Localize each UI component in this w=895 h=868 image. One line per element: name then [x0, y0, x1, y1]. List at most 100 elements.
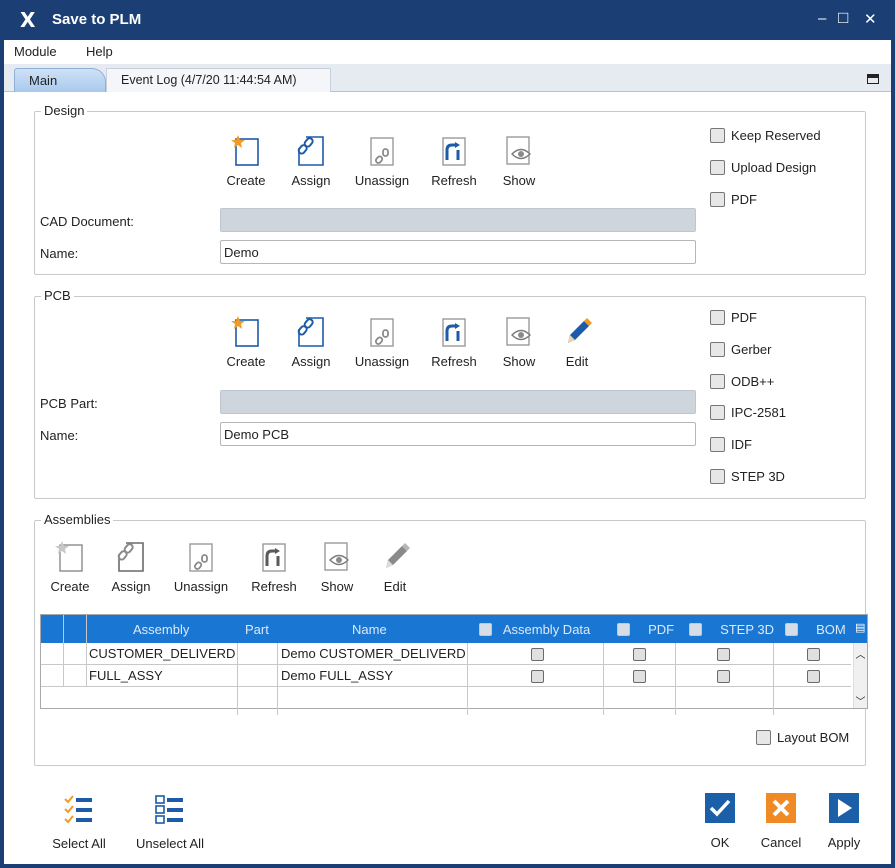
col-part[interactable]: Part [245, 622, 269, 637]
ok-label: OK [710, 835, 730, 850]
minimize-button[interactable]: – [818, 10, 826, 27]
pcb-name-input[interactable]: Demo PCB [220, 422, 696, 446]
select-all-button[interactable]: Select All [44, 793, 114, 851]
close-button[interactable]: ✕ [864, 10, 877, 28]
layout-bom-checkbox[interactable]: Layout BOM [756, 730, 849, 745]
pcb-assign-label: Assign [291, 354, 331, 369]
design-unassign-label: Unassign [354, 173, 410, 188]
ipc-2581-checkbox[interactable]: IPC-2581 [710, 405, 786, 420]
design-pdf-checkbox[interactable]: PDF [710, 192, 757, 207]
assembly-show-label: Show [320, 579, 354, 594]
checkbox-box [710, 128, 725, 143]
row-bom-checkbox[interactable] [807, 648, 820, 661]
cancel-x-icon [766, 793, 796, 823]
row-assembly-data-checkbox[interactable] [531, 648, 544, 661]
design-refresh-button[interactable]: Refresh [424, 134, 484, 188]
row-pdf-checkbox[interactable] [633, 648, 646, 661]
apply-button[interactable]: Apply [822, 793, 866, 850]
checkbox-box [710, 310, 725, 325]
ok-check-icon [705, 793, 735, 823]
unselect-all-icon [155, 795, 183, 824]
row-step-checkbox[interactable] [717, 670, 730, 683]
col-assembly-data-label: Assembly Data [502, 622, 591, 637]
row-name: Demo CUSTOMER_DELIVERD [281, 646, 466, 661]
col-bom[interactable]: BOM [785, 622, 846, 637]
upload-design-checkbox[interactable]: Upload Design [710, 160, 816, 175]
pcb-refresh-button[interactable]: Refresh [424, 315, 484, 369]
row-bom-checkbox[interactable] [807, 670, 820, 683]
pcb-part-field[interactable] [220, 390, 696, 414]
save-to-plm-window: X Save to PLM – □ ✕ Module Help Main Eve… [0, 0, 895, 868]
idf-checkbox[interactable]: IDF [710, 437, 752, 452]
unselect-all-label: Unselect All [136, 836, 204, 851]
pcb-show-button[interactable]: Show [489, 315, 549, 369]
keep-reserved-checkbox[interactable]: Keep Reserved [710, 128, 821, 143]
cancel-label: Cancel [760, 835, 802, 850]
pcb-edit-label: Edit [565, 354, 589, 369]
row-pdf-checkbox[interactable] [633, 670, 646, 683]
scroll-down-icon[interactable]: ﹀ [854, 693, 867, 708]
assign-link-icon [117, 542, 144, 572]
maximize-button[interactable]: □ [838, 8, 848, 28]
gerber-checkbox[interactable]: Gerber [710, 342, 771, 357]
design-show-button[interactable]: Show [489, 134, 549, 188]
col-step-label: STEP 3D [720, 622, 775, 637]
assembly-refresh-button[interactable]: Refresh [244, 540, 304, 594]
pcb-assign-button[interactable]: Assign [281, 315, 341, 369]
checkbox-box [710, 405, 725, 420]
header-checkbox[interactable] [617, 623, 630, 636]
header-checkbox[interactable] [479, 623, 492, 636]
assembly-create-button[interactable]: Create [40, 540, 100, 594]
pcb-unassign-button[interactable]: Unassign [352, 315, 412, 369]
assembly-edit-button[interactable]: Edit [365, 540, 425, 594]
grid-line [773, 643, 774, 715]
menu-help[interactable]: Help [86, 44, 113, 59]
assemblies-group-label: Assemblies [41, 512, 114, 527]
col-step-3d[interactable]: STEP 3D [689, 622, 774, 637]
layout-bom-label: Layout BOM [777, 730, 850, 745]
table-row[interactable]: CUSTOMER_DELIVERD Demo CUSTOMER_DELIVERD [41, 643, 851, 665]
scroll-up-icon[interactable]: ︿ [854, 646, 867, 661]
column-chooser-icon[interactable]: ▤ [855, 621, 865, 634]
table-row[interactable]: FULL_ASSY Demo FULL_ASSY [41, 665, 851, 687]
cad-document-field[interactable] [220, 208, 696, 232]
design-assign-button[interactable]: Assign [281, 134, 341, 188]
refresh-icon [262, 543, 286, 572]
col-assembly[interactable]: Assembly [133, 622, 189, 637]
design-create-label: Create [226, 173, 266, 188]
pcb-pdf-checkbox[interactable]: PDF [710, 310, 757, 325]
assembly-assign-label: Assign [111, 579, 151, 594]
cancel-button[interactable]: Cancel [756, 793, 806, 850]
step-3d-checkbox[interactable]: STEP 3D [710, 469, 785, 484]
menu-module[interactable]: Module [14, 44, 57, 59]
panel-maximize-icon[interactable] [867, 74, 879, 84]
ok-button[interactable]: OK [700, 793, 740, 850]
tab-event-log[interactable]: Event Log (4/7/20 11:44:54 AM) [106, 68, 331, 92]
design-group-label: Design [41, 103, 88, 118]
row-assembly-data-checkbox[interactable] [531, 670, 544, 683]
odb-checkbox[interactable]: ODB++ [710, 374, 774, 389]
pcb-edit-button[interactable]: Edit [547, 315, 607, 369]
design-name-input[interactable]: Demo [220, 240, 696, 264]
row-step-checkbox[interactable] [717, 648, 730, 661]
col-name[interactable]: Name [352, 622, 387, 637]
header-checkbox[interactable] [689, 623, 702, 636]
pcb-create-button[interactable]: Create [216, 315, 276, 369]
assembly-unassign-button[interactable]: Unassign [171, 540, 231, 594]
col-pdf[interactable]: PDF [617, 622, 674, 637]
assembly-show-button[interactable]: Show [307, 540, 367, 594]
unselect-all-button[interactable]: Unselect All [128, 793, 212, 851]
edit-pencil-icon [386, 543, 410, 568]
app-logo-icon: X [20, 8, 36, 32]
pcb-part-label: PCB Part: [40, 396, 98, 411]
design-unassign-button[interactable]: Unassign [352, 134, 412, 188]
table-scrollbar[interactable]: ︿ ﹀ [853, 643, 867, 708]
tab-main[interactable]: Main [14, 68, 106, 92]
assembly-assign-button[interactable]: Assign [101, 540, 161, 594]
design-create-button[interactable]: Create [216, 134, 276, 188]
header-checkbox[interactable] [785, 623, 798, 636]
row-assembly: FULL_ASSY [89, 668, 163, 683]
title-bar: X Save to PLM – □ ✕ [0, 0, 895, 40]
design-assign-label: Assign [291, 173, 331, 188]
col-assembly-data[interactable]: Assembly Data [479, 622, 590, 637]
